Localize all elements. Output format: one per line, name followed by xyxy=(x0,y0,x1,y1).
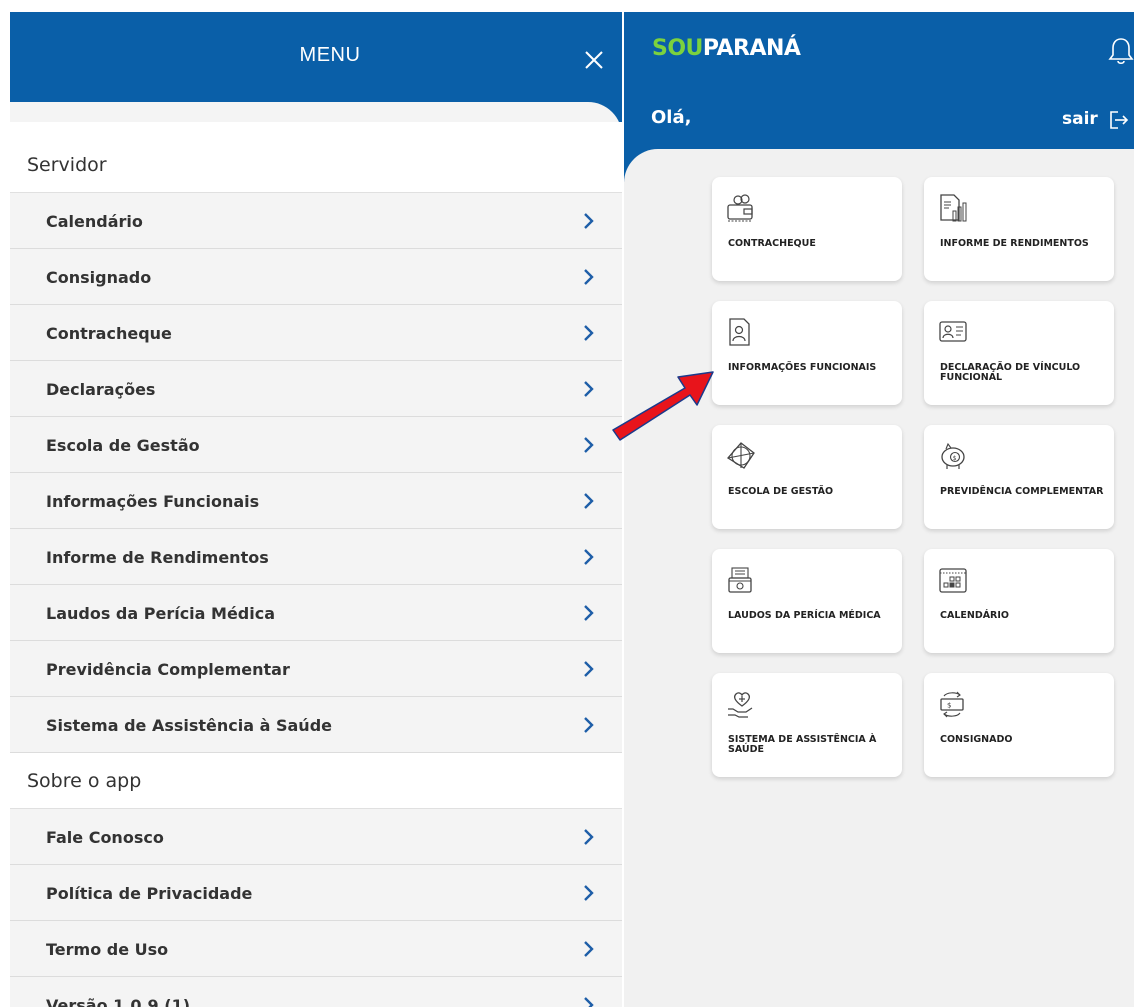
card-label: CONTRACHEQUE xyxy=(728,238,816,249)
chevron-right-icon xyxy=(584,605,594,621)
card-calendario[interactable]: CALENDÁRIO xyxy=(924,549,1114,653)
menu-item-fale-conosco[interactable]: Fale Conosco xyxy=(10,809,622,865)
chevron-right-icon xyxy=(584,829,594,845)
section-heading-servidor: Servidor xyxy=(10,137,622,193)
calendar-icon xyxy=(939,568,967,593)
card-label: DECLARAÇÃO DE VÍNCULO FUNCIONAL xyxy=(940,362,1081,383)
menu-item-label: Fale Conosco xyxy=(46,828,164,847)
card-label: LAUDOS DA PERÍCIA MÉDICA xyxy=(728,610,881,621)
card-label: CALENDÁRIO xyxy=(940,610,1009,621)
medical-file-icon xyxy=(728,567,752,593)
menu-item-label: Previdência Complementar xyxy=(46,660,290,679)
chevron-right-icon xyxy=(584,269,594,285)
menu-item-label: Laudos da Perícia Médica xyxy=(46,604,276,623)
menu-item-label: Calendário xyxy=(46,212,143,231)
menu-item-label: Informe de Rendimentos xyxy=(46,548,269,567)
menu-item-sistema-de-assistencia-a-saude[interactable]: Sistema de Assistência à Saúde xyxy=(10,697,622,753)
card-label: PREVIDÊNCIA COMPLEMENTAR xyxy=(940,486,1104,497)
bell-icon[interactable] xyxy=(1108,36,1134,66)
logout-icon xyxy=(1110,111,1129,129)
app-logo: SOUPARANÁ xyxy=(652,36,801,61)
svg-text:$: $ xyxy=(947,702,951,710)
svg-text:$: $ xyxy=(953,455,957,462)
section-heading-sobre-o-app: Sobre o app xyxy=(10,753,622,809)
chevron-right-icon xyxy=(584,549,594,565)
menu-item-label: Contracheque xyxy=(46,324,172,343)
report-chart-icon xyxy=(940,194,967,222)
cube-icon xyxy=(727,442,755,469)
wallet-icon xyxy=(727,194,753,222)
card-label: SISTEMA DE ASSISTÊNCIA À SAÚDE xyxy=(728,734,877,755)
card-informe-de-rendimentos[interactable]: INFORME DE RENDIMENTOS xyxy=(924,177,1114,281)
menu-body: Servidor Calendário Consignado Contrache… xyxy=(10,102,622,1007)
close-icon[interactable] xyxy=(580,46,608,74)
menu-item-versao[interactable]: Versão 1.0.9 (1) xyxy=(10,977,622,1007)
id-card-icon xyxy=(939,321,967,342)
card-contracheque[interactable]: CONTRACHEQUE xyxy=(712,177,902,281)
menu-item-label: Sistema de Assistência à Saúde xyxy=(46,716,332,735)
card-informacoes-funcionais[interactable]: INFORMAÇÕES FUNCIONAIS xyxy=(712,301,902,405)
chevron-right-icon xyxy=(584,997,594,1007)
side-menu: MENU Servidor Calendário Consignado Cont… xyxy=(10,12,622,1007)
logout-button[interactable]: sair xyxy=(1062,109,1129,133)
chevron-right-icon xyxy=(584,661,594,677)
menu-item-label: Política de Privacidade xyxy=(46,884,253,903)
card-declaracao-de-vinculo-funcional[interactable]: DECLARAÇÃO DE VÍNCULO FUNCIONAL xyxy=(924,301,1114,405)
menu-item-calendario[interactable]: Calendário xyxy=(10,193,622,249)
chevron-right-icon xyxy=(584,885,594,901)
section-heading-label: Sobre o app xyxy=(27,770,142,792)
menu-item-informacoes-funcionais[interactable]: Informações Funcionais xyxy=(10,473,622,529)
chevron-right-icon xyxy=(584,941,594,957)
logo-sou-text: SOU xyxy=(652,36,703,61)
card-previdencia-complementar[interactable]: $ PREVIDÊNCIA COMPLEMENTAR xyxy=(924,425,1114,529)
menu-item-contracheque[interactable]: Contracheque xyxy=(10,305,622,361)
menu-item-escola-de-gestao[interactable]: Escola de Gestão xyxy=(10,417,622,473)
menu-item-previdencia-complementar[interactable]: Previdência Complementar xyxy=(10,641,622,697)
section-heading-label: Servidor xyxy=(27,154,107,176)
menu-title: MENU xyxy=(299,44,361,66)
employee-document-icon xyxy=(729,318,750,346)
chevron-right-icon xyxy=(584,325,594,341)
money-exchange-icon: $ xyxy=(940,691,964,718)
card-label: ESCOLA DE GESTÃO xyxy=(728,486,834,497)
chevron-right-icon xyxy=(584,493,594,509)
card-laudos-da-pericia-medica[interactable]: LAUDOS DA PERÍCIA MÉDICA xyxy=(712,549,902,653)
card-sistema-de-assistencia-a-saude[interactable]: SISTEMA DE ASSISTÊNCIA À SAÚDE xyxy=(712,673,902,777)
menu-item-label: Escola de Gestão xyxy=(46,436,200,455)
menu-item-laudos-da-pericia-medica[interactable]: Laudos da Perícia Médica xyxy=(10,585,622,641)
menu-item-label: Consignado xyxy=(46,268,152,287)
piggy-bank-icon: $ xyxy=(941,442,965,469)
menu-item-politica-de-privacidade[interactable]: Política de Privacidade xyxy=(10,865,622,921)
app-body: CONTRACHEQUE INFORME DE RENDIMENTOS INFO… xyxy=(624,149,1134,1007)
menu-item-label: Termo de Uso xyxy=(46,940,169,959)
health-care-icon xyxy=(728,692,753,718)
logo-parana-text: PARANÁ xyxy=(702,36,801,61)
menu-item-declaracoes[interactable]: Declarações xyxy=(10,361,622,417)
card-label: INFORMAÇÕES FUNCIONAIS xyxy=(728,362,877,373)
card-consignado[interactable]: $ CONSIGNADO xyxy=(924,673,1114,777)
logout-label: sair xyxy=(1062,109,1098,129)
menu-item-label: Versão 1.0.9 (1) xyxy=(46,996,191,1007)
card-label: CONSIGNADO xyxy=(940,734,1013,745)
menu-item-label: Declarações xyxy=(46,380,156,399)
card-escola-de-gestao[interactable]: ESCOLA DE GESTÃO xyxy=(712,425,902,529)
app-home: SOUPARANÁ Olá, sair CONTRACHEQUE INFORME… xyxy=(624,12,1134,1007)
chevron-right-icon xyxy=(584,381,594,397)
chevron-right-icon xyxy=(584,213,594,229)
menu-item-termo-de-uso[interactable]: Termo de Uso xyxy=(10,921,622,977)
menu-item-label: Informações Funcionais xyxy=(46,492,260,511)
greeting-text: Olá, xyxy=(651,107,692,128)
chevron-right-icon xyxy=(584,717,594,733)
menu-item-consignado[interactable]: Consignado xyxy=(10,249,622,305)
menu-item-informe-de-rendimentos[interactable]: Informe de Rendimentos xyxy=(10,529,622,585)
chevron-right-icon xyxy=(584,437,594,453)
card-label: INFORME DE RENDIMENTOS xyxy=(940,238,1089,249)
